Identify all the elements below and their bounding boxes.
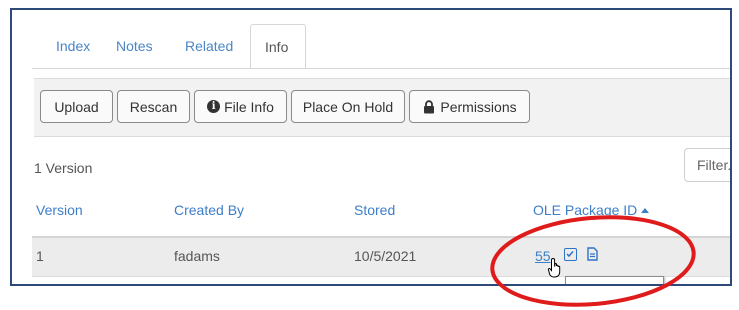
column-header-created-by[interactable]: Created By [174, 202, 244, 218]
action-toolbar: Upload Rescan i File Info Place On Hold … [34, 78, 730, 137]
permissions-button-label: Permissions [440, 98, 517, 115]
rescan-button[interactable]: Rescan [117, 90, 190, 123]
open-package-tooltip: Open Package [565, 276, 664, 284]
place-on-hold-button[interactable]: Place On Hold [291, 90, 405, 123]
tab-bar: Index Notes Related Info [32, 24, 730, 69]
version-count: 1 Version [34, 160, 93, 176]
upload-button[interactable]: Upload [40, 90, 113, 123]
tab-divider [32, 68, 730, 69]
document-icon[interactable] [587, 247, 598, 261]
table-header: Version Created By Stored OLE Package ID [32, 196, 730, 238]
rescan-button-label: Rescan [129, 98, 178, 115]
table-row[interactable]: 1 fadams 10/5/2021 55 [32, 238, 730, 277]
column-header-ole-package-id[interactable]: OLE Package ID [533, 202, 650, 218]
file-info-button[interactable]: i File Info [194, 90, 287, 123]
column-header-ole-package-id-label: OLE Package ID [533, 202, 638, 218]
column-header-stored[interactable]: Stored [354, 202, 395, 218]
tab-info[interactable]: Info [250, 24, 306, 68]
checkbox-icon[interactable] [564, 248, 577, 261]
cell-created-by: fadams [174, 248, 220, 264]
cell-version: 1 [36, 248, 44, 264]
file-info-button-label: File Info [224, 98, 274, 115]
tab-related[interactable]: Related [185, 24, 233, 68]
upload-button-label: Upload [54, 98, 99, 115]
info-icon: i [207, 100, 221, 113]
cell-stored: 10/5/2021 [354, 248, 417, 264]
toolbar-top-rule [34, 78, 730, 79]
place-on-hold-button-label: Place On Hold [302, 98, 394, 115]
tab-index[interactable]: Index [56, 24, 90, 68]
tab-notes[interactable]: Notes [116, 24, 153, 68]
lock-icon [424, 99, 435, 113]
permissions-button[interactable]: Permissions [409, 90, 530, 123]
sort-ascending-icon [641, 208, 650, 213]
column-header-version[interactable]: Version [36, 202, 83, 218]
toolbar-bottom-rule [34, 136, 730, 137]
hand-cursor-icon [547, 257, 561, 278]
screenshot-frame: Index Notes Related Info Upload Rescan i… [10, 8, 732, 286]
filter-input[interactable]: Filter... [684, 148, 730, 182]
